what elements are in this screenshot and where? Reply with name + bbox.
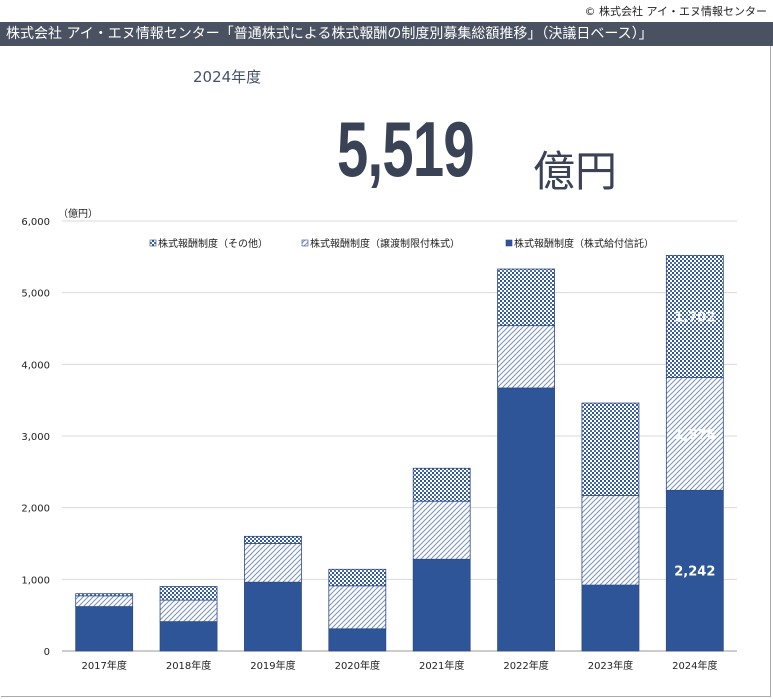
x-tick-label: 2021年度 — [419, 659, 464, 672]
legend-swatch — [301, 239, 309, 247]
bar-segment-other — [412, 467, 471, 502]
legend-label: 株式報酬制度（譲渡制限付株式） — [310, 237, 460, 250]
bar-segment-other — [159, 586, 218, 601]
bar-segment-restricted — [244, 543, 302, 583]
bar-segment-restricted — [581, 495, 640, 586]
y-tick-label: 6,000 — [21, 217, 50, 228]
legend-swatch — [505, 239, 513, 247]
bar-segment-trust — [497, 387, 555, 652]
bar-segment-trust — [159, 621, 218, 652]
bar-segment-trust — [75, 606, 134, 652]
y-tick-label: 4,000 — [21, 360, 50, 371]
x-tick-label: 2020年度 — [335, 659, 380, 672]
bar-segment-restricted — [328, 585, 387, 630]
legend: 株式報酬制度（その他） 株式報酬制度（譲渡制限付株式） 株式報酬制度（株式給付信託） — [149, 237, 654, 250]
bar-segment-other — [328, 568, 387, 587]
bar-segment-other — [75, 593, 134, 597]
bar-segment-restricted — [75, 595, 134, 607]
bar-segment-other — [581, 402, 640, 496]
legend-swatch — [149, 239, 157, 247]
bars — [75, 254, 724, 652]
bar-segment-restricted — [497, 325, 555, 389]
bar-segment-other — [497, 268, 555, 327]
y-axis-unit-label: （億円） — [58, 207, 98, 220]
y-tick-label: 5,000 — [21, 289, 50, 300]
bar-segment-trust — [581, 584, 640, 652]
bar-segment-trust — [412, 558, 471, 652]
x-tick-label: 2018年度 — [166, 659, 211, 672]
bar-segment-trust — [328, 628, 387, 652]
x-tick-label: 2019年度 — [250, 659, 295, 672]
bar-segment-restricted — [159, 599, 218, 623]
y-tick-label: 2,000 — [21, 504, 50, 515]
x-tick-label: 2023年度 — [588, 659, 633, 672]
stacked-bar-chart: 0 1,000 2,000 3,000 4,000 5,000 6,000 （億円） 2017年… — [21, 207, 737, 672]
bar-segment-other — [244, 535, 302, 544]
bar-segment-restricted — [412, 500, 471, 560]
legend-label: 株式報酬制度（その他） — [158, 237, 268, 250]
y-tick-label: 0 — [44, 647, 50, 658]
x-tick-label: 2024年度 — [672, 659, 717, 672]
y-tick-label: 1,000 — [21, 575, 50, 586]
data-label: 2,242 — [674, 565, 715, 580]
bar-segment-trust — [244, 581, 302, 652]
legend-label: 株式報酬制度（株式給付信託） — [514, 237, 654, 250]
x-tick-label: 2022年度 — [503, 659, 548, 672]
data-label: 1,702 — [674, 310, 715, 325]
data-label: 1,576 — [674, 428, 715, 443]
x-tick-label: 2017年度 — [81, 659, 126, 672]
y-tick-label: 3,000 — [21, 432, 50, 443]
